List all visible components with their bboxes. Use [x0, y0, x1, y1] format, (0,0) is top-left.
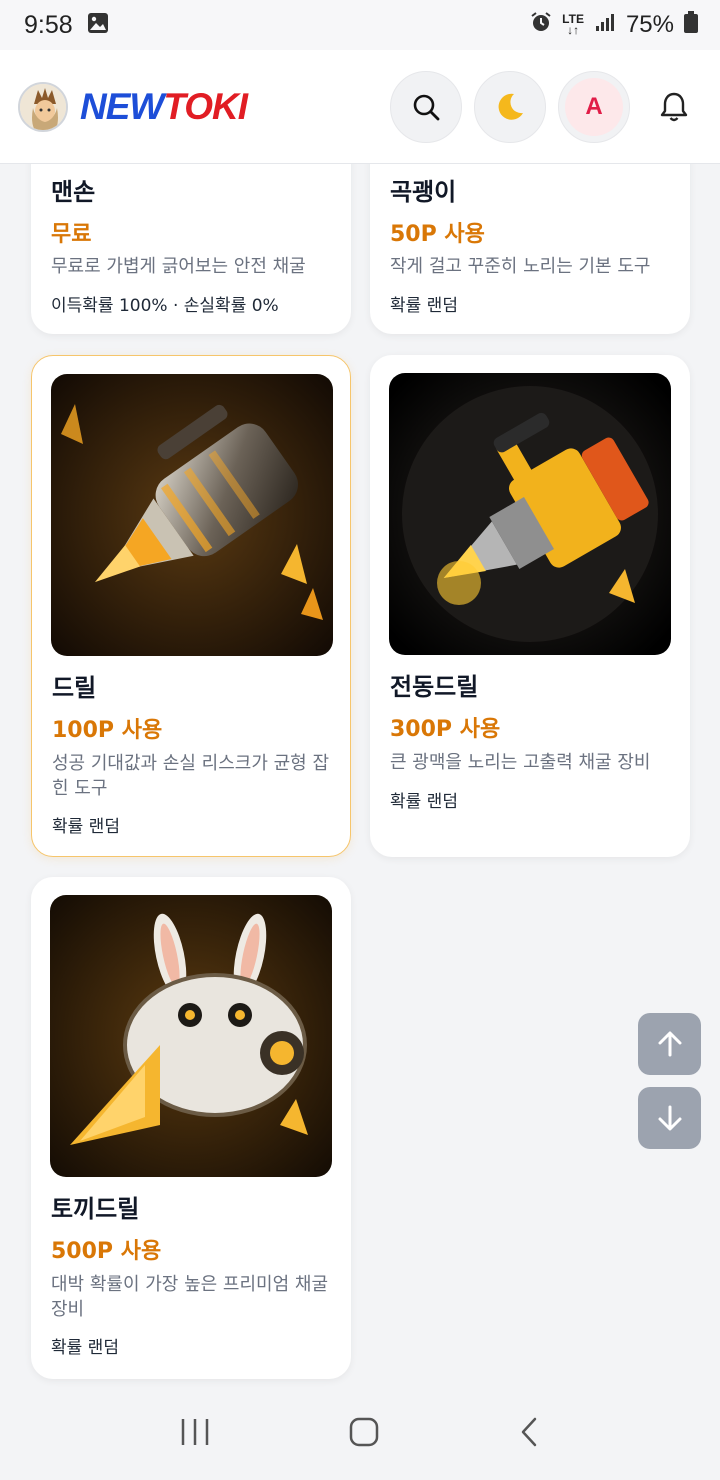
dark-mode-button[interactable] — [474, 70, 546, 143]
alarm-icon — [530, 11, 552, 40]
tool-price: 300P 사용 — [390, 717, 501, 742]
tool-card-drill[interactable]: 드릴 100P 사용 성공 기대값과 손실 리스크가 균형 잡힌 도구 확률 랜… — [31, 355, 351, 857]
tool-description: 성공 기대값과 손실 리스크가 균형 잡힌 도구 — [52, 753, 330, 799]
profile-button[interactable]: A — [558, 70, 630, 143]
app-header: NEWTOKI A — [0, 50, 720, 164]
tool-description: 작게 걸고 꾸준히 노리는 기본 도구 — [390, 256, 651, 277]
back-icon — [522, 1417, 537, 1447]
tool-probability: 이득확률 100% · 손실확률 0% — [51, 296, 279, 316]
arrow-down-icon — [658, 1105, 681, 1131]
logo-text[interactable]: NEWTOKI — [80, 86, 248, 128]
tool-name: 전동드릴 — [390, 673, 479, 701]
battery-percent: 75% — [625, 11, 674, 38]
tool-probability: 확률 랜덤 — [390, 296, 458, 316]
notification-button[interactable] — [646, 79, 702, 135]
battery-icon — [684, 10, 698, 40]
tool-card-power-drill[interactable]: 전동드릴 300P 사용 큰 광맥을 노리는 고출력 채굴 장비 확률 랜덤 — [370, 355, 690, 857]
tool-card-rabbit-drill[interactable]: 토끼드릴 500P 사용 대박 확률이 가장 높은 프리미엄 채굴 장비 확률 … — [31, 877, 351, 1379]
tool-description: 무료로 가볍게 긁어보는 안전 채굴 — [51, 256, 306, 277]
tool-name: 곡괭이 — [390, 178, 457, 206]
arrow-up-icon — [658, 1031, 681, 1057]
power-drill-image — [389, 373, 671, 655]
status-bar: 9:58 LTE ↓↑ 75% — [0, 0, 720, 50]
scroll-top-button[interactable] — [638, 1013, 701, 1075]
tool-description: 대박 확률이 가장 높은 프리미엄 채굴 장비 — [51, 1274, 329, 1320]
back-button[interactable] — [517, 1416, 541, 1452]
tool-price: 100P 사용 — [52, 718, 163, 743]
tool-probability: 확률 랜덤 — [52, 817, 120, 837]
search-icon — [413, 94, 440, 120]
network-type: LTE ↓↑ — [562, 12, 584, 37]
tool-name: 맨손 — [51, 178, 96, 206]
tool-name: 토끼드릴 — [51, 1195, 140, 1223]
home-icon — [349, 1417, 379, 1447]
moon-icon — [498, 93, 523, 120]
recent-apps-button[interactable] — [179, 1417, 211, 1451]
system-nav-bar — [0, 1388, 720, 1480]
drill-image — [51, 374, 333, 656]
profile-avatar: A — [565, 77, 623, 136]
logo-avatar[interactable] — [18, 81, 68, 132]
scroll-bottom-button[interactable] — [638, 1087, 701, 1149]
tool-price: 무료 — [51, 222, 92, 247]
tool-name: 드릴 — [52, 674, 97, 702]
recent-apps-icon — [181, 1419, 208, 1445]
bell-icon — [660, 92, 688, 121]
status-time: 9:58 — [24, 10, 73, 39]
rabbit-drill-image — [50, 895, 332, 1177]
tool-price: 500P 사용 — [51, 1239, 162, 1264]
search-button[interactable] — [390, 70, 462, 143]
home-button[interactable] — [348, 1416, 380, 1452]
tool-description: 큰 광맥을 노리는 고출력 채굴 장비 — [390, 752, 651, 773]
tool-price: 50P 사용 — [390, 222, 485, 247]
gallery-icon — [87, 12, 109, 38]
tool-probability: 확률 랜덤 — [390, 792, 458, 812]
signal-icon — [594, 11, 616, 40]
tool-probability: 확률 랜덤 — [51, 1338, 119, 1358]
